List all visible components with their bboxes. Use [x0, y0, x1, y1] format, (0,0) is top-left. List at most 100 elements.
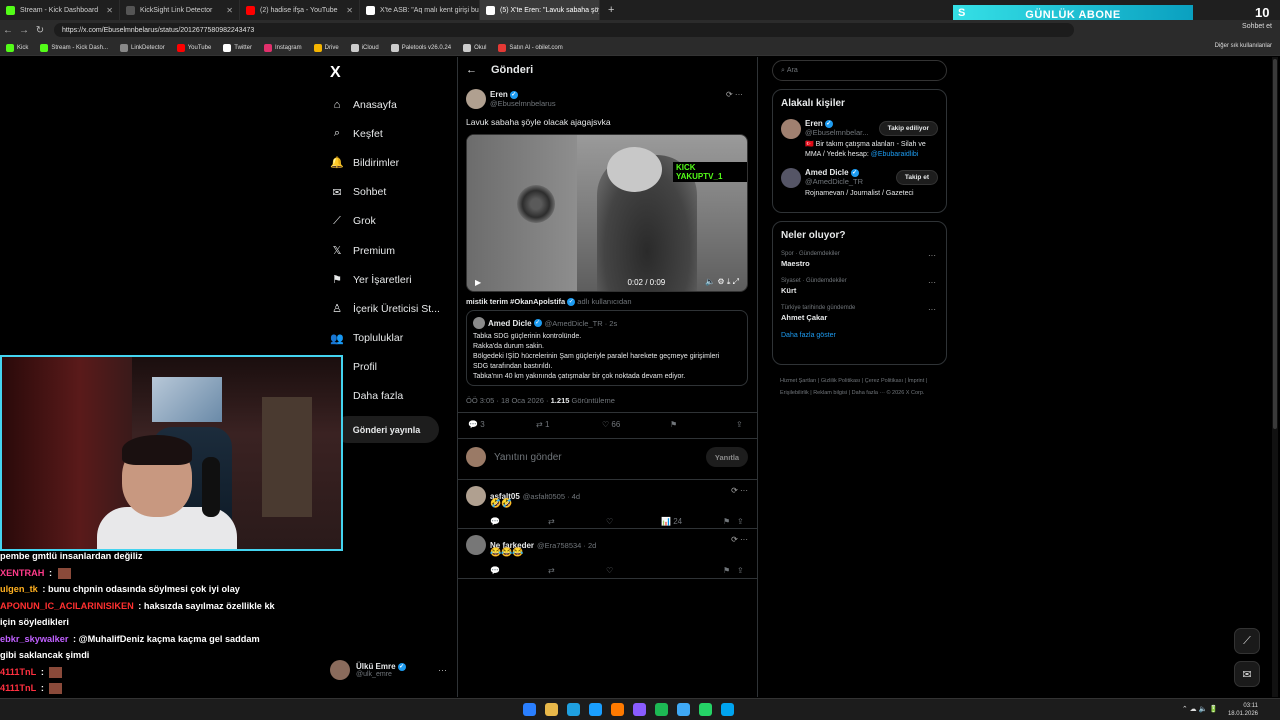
trend-item[interactable]: Türkiye tarihinde gündemde Ahmet Çakar ··· [781, 305, 938, 322]
sidebar-item-2[interactable]: ⌕ Keşfet [330, 119, 440, 148]
url-field[interactable]: https://x.com/Ebuselmnbelarus/status/201… [54, 23, 1074, 37]
close-icon[interactable]: ✕ [346, 6, 353, 15]
trend-item[interactable]: Spor · Gündemdekiler Maestro ··· [781, 251, 938, 268]
taskbar-app-icon[interactable] [589, 703, 602, 716]
taskbar-app-icon[interactable] [633, 703, 646, 716]
follow-button[interactable]: Takip et [895, 170, 938, 185]
sidebar-item-7[interactable]: ⚑ Yer İşaretleri [330, 265, 440, 294]
bookmark-item[interactable]: iCloud [350, 43, 379, 52]
back-arrow-icon[interactable]: ← [466, 64, 477, 76]
more-icon[interactable]: ··· [928, 251, 936, 260]
sidebar-item-6[interactable]: 𝕏 Premium [330, 236, 440, 265]
scrollbar-thumb[interactable] [1273, 59, 1277, 429]
share-icon[interactable]: ⇪ [737, 517, 744, 526]
more-icon[interactable]: ⟳ ··· [731, 486, 748, 495]
sidebar-item-8[interactable]: ♙ İçerik Üreticisi St... [330, 294, 440, 323]
taskbar-app-icon[interactable] [611, 703, 624, 716]
reply-button[interactable]: 💬 3 [468, 420, 536, 429]
quoted-tweet[interactable]: Amed Dicle ✓ @AmedDicle_TR · 2s Tabka SD… [466, 310, 748, 386]
bookmark-item[interactable]: Kick [6, 43, 28, 52]
scrollbar[interactable] [1272, 57, 1278, 697]
taskbar-app-icon[interactable] [721, 703, 734, 716]
chat-button[interactable]: Sohbet et [1242, 23, 1272, 30]
sidebar-item-1[interactable]: ⌂ Anasayfa [330, 90, 440, 119]
taskbar-app-icon[interactable] [677, 703, 690, 716]
like-button[interactable]: ♡ 66 [602, 420, 670, 429]
sidebar-item-3[interactable]: 🔔 Bildirimler [330, 148, 440, 177]
video-player[interactable]: KICK YAKUPTV_1 ▶ 0:02 / 0:09 🔈 ⚙ ⤓ ⤢ [466, 134, 748, 292]
more-icon[interactable]: ··· [438, 665, 447, 675]
clock[interactable]: 03:11 18.01.2026 [1228, 702, 1258, 718]
bookmark-item[interactable]: Okul [463, 43, 486, 52]
reply-icon[interactable]: 💬 [490, 566, 548, 575]
community-note[interactable]: mistik terim #OkanApoİstifa ✓ adlı kullan… [466, 297, 632, 307]
reply-item[interactable]: asfalt05 @asfalt0505 · 4d 🤣🤣 ⟳ ··· 💬 ⇄ ♡… [466, 486, 748, 526]
taskbar-app-icon[interactable] [545, 703, 558, 716]
browser-tab[interactable]: (5) X'te Eren: "Lavuk sabaha şöyle...✕ [480, 0, 600, 20]
retweet-icon[interactable]: ⇄ [548, 566, 606, 575]
sidebar-item-5[interactable]: ⟋ Grok [330, 207, 440, 236]
retweet-icon[interactable]: ⇄ [548, 517, 606, 526]
heart-icon[interactable]: ♡ [606, 566, 723, 575]
reply-input[interactable]: Yanıtını gönder [494, 452, 562, 463]
reply-icon[interactable]: 💬 [490, 517, 548, 526]
reply-submit-button[interactable]: Yanıtla [706, 447, 748, 467]
person-card[interactable]: Eren ✓ @Ebuselmnbelar... 🇹🇷 Bir takım çat… [781, 119, 938, 160]
bookmark-item[interactable]: YouTube [176, 43, 211, 52]
following-button[interactable]: Takip ediliyor [878, 121, 938, 136]
search-input[interactable]: ⌕ Ara [772, 60, 947, 81]
bookmark-item[interactable]: Stream - Kick Dash... [40, 43, 108, 52]
taskbar-app-icon[interactable] [699, 703, 712, 716]
other-bookmarks[interactable]: Diğer sık kullanılanlar [1215, 43, 1272, 49]
browser-tab[interactable]: KickSight Link Detector ✕ [120, 0, 240, 20]
views-icon[interactable]: 📊 24 [661, 517, 723, 526]
system-tray[interactable]: ⌃ ☁ 🔈 🔋 [1182, 705, 1218, 713]
bookmark-icon[interactable]: ⚑ [723, 517, 737, 526]
share-icon[interactable]: ⇪ [736, 420, 743, 429]
account-switcher[interactable]: Ülkü Emre ✓ @ulk_emre ··· [330, 660, 447, 680]
browser-tab[interactable]: Stream - Kick Dashboard ✕ [0, 0, 120, 20]
close-icon[interactable]: ✕ [226, 6, 233, 15]
forward-icon[interactable]: → [16, 25, 32, 36]
sidebar-item-4[interactable]: ✉ Sohbet [330, 178, 440, 207]
video-control-icons[interactable]: 🔈 ⚙ ⤓ ⤢ [705, 277, 739, 287]
x-logo-icon[interactable]: X [330, 64, 341, 82]
tweet-author[interactable]: Eren ✓ @Ebuselmnbelarus [466, 89, 556, 109]
more-icon[interactable]: ··· [928, 278, 936, 287]
back-icon[interactable]: ← [0, 25, 16, 36]
bookmark-icon[interactable]: ⚑ [723, 566, 737, 575]
share-icon[interactable]: ⇪ [737, 566, 744, 575]
browser-tab[interactable]: (2) hadise ifşa - YouTube ✕ [240, 0, 360, 20]
new-tab-button[interactable]: + [600, 4, 622, 16]
reply-item[interactable]: Ne farkeder @Era758534 · 2d 😂😂😂 ⟳ ··· 💬 … [466, 535, 748, 575]
sidebar-item-9[interactable]: 👥 Topluluklar [330, 324, 440, 353]
reload-icon[interactable]: ↻ [32, 25, 48, 36]
grok-and-more-icon[interactable]: ⟳ ··· [726, 90, 743, 99]
footer-links[interactable]: Hizmet Şartları | Gizlilik Politikası | … [780, 375, 945, 399]
bookmark-item[interactable]: Paletools v26.0.24 [390, 43, 451, 52]
bookmark-item[interactable]: Instagram [263, 43, 302, 52]
message-icon[interactable]: ✉ [1234, 661, 1260, 687]
bookmark-item[interactable]: LinkDetector [120, 43, 165, 52]
bookmark-item[interactable]: Drive [313, 43, 339, 52]
sidebar-item-10[interactable]: ♟Profil [330, 353, 440, 382]
show-more-link[interactable]: Daha fazla göster [781, 332, 938, 339]
browser-tab[interactable]: X'te ASB: "Aq malı kent girişi buna...✕ [360, 0, 480, 20]
play-icon[interactable]: ▶ [475, 278, 481, 287]
taskbar-app-icon[interactable] [567, 703, 580, 716]
bookmark-item[interactable]: Twitter [223, 43, 252, 52]
retweet-button[interactable]: ⇄ 1 [536, 420, 602, 429]
more-icon[interactable]: ··· [928, 305, 936, 314]
sidebar-item-11[interactable]: ⋯Daha fazla [330, 382, 440, 411]
taskbar-app-icon[interactable] [655, 703, 668, 716]
close-icon[interactable]: ✕ [106, 6, 113, 15]
bookmark-item[interactable]: Satın Al - obilet.com [498, 43, 563, 52]
trend-item[interactable]: Siyaset · Gündemdekiler Kürt ··· [781, 278, 938, 295]
taskbar-app-icon[interactable] [523, 703, 536, 716]
post-button[interactable]: Gönderi yayınla [334, 416, 439, 443]
person-card[interactable]: Amed Dicle ✓ @AmedDicle_TR Rojnamevan / J… [781, 168, 938, 199]
heart-icon[interactable]: ♡ [606, 517, 661, 526]
grok-icon[interactable]: ⟋ [1234, 628, 1260, 654]
bookmark-icon[interactable]: ⚑ [670, 420, 736, 429]
more-icon[interactable]: ⟳ ··· [731, 535, 748, 544]
